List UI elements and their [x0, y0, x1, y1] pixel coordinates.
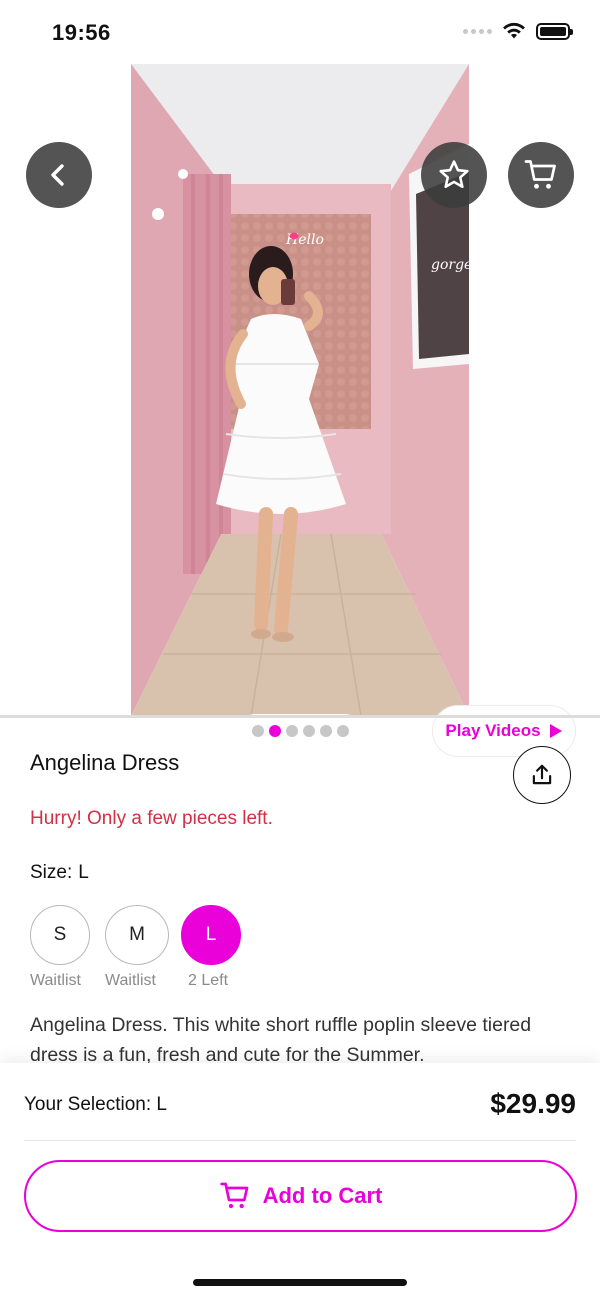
carousel-dot[interactable] — [251, 725, 264, 737]
stock-warning: Hurry! Only a few pieces left. — [30, 808, 273, 829]
carousel-dot[interactable] — [336, 725, 349, 737]
cart-icon — [219, 1182, 248, 1209]
cellular-signal-icon — [463, 28, 492, 34]
size-note-l: 2 Left — [188, 972, 229, 989]
status-icons — [463, 22, 573, 40]
carousel-dot[interactable] — [319, 725, 332, 737]
battery-icon — [536, 22, 573, 40]
product-title: Angelina Dress — [30, 750, 180, 775]
home-indicator[interactable] — [193, 1279, 407, 1286]
hero-divider — [0, 715, 600, 718]
size-option-m[interactable]: M — [105, 905, 169, 965]
share-icon — [532, 764, 552, 785]
size-option-l[interactable]: L — [181, 905, 241, 965]
wifi-icon — [503, 22, 525, 39]
size-label: Size: L — [30, 862, 89, 884]
product-description: Angelina Dress. This white short ruffle … — [30, 1014, 532, 1066]
add-to-cart-button[interactable]: Add to Cart — [24, 1160, 577, 1232]
add-to-cart-label: Add to Cart — [262, 1183, 383, 1208]
size-note-m: Waitlist — [105, 972, 156, 989]
size-note-s: Waitlist — [30, 972, 81, 989]
share-button[interactable] — [513, 746, 571, 804]
back-button[interactable] — [26, 142, 92, 208]
cart-button[interactable] — [508, 142, 574, 208]
your-selection: Your Selection: L — [24, 1094, 167, 1115]
play-icon — [549, 724, 562, 738]
carousel-dot[interactable] — [285, 725, 298, 737]
cart-icon — [524, 160, 556, 189]
svg-text:gorgeous: gorgeous — [431, 257, 469, 273]
carousel-dot[interactable] — [302, 725, 315, 737]
size-value: L — [78, 862, 89, 883]
size-label-text: Size: — [30, 862, 73, 883]
chevron-left-icon — [51, 164, 64, 186]
size-option-s[interactable]: S — [30, 905, 90, 965]
play-videos-label: Play Videos — [445, 721, 541, 740]
status-time: 19:56 — [52, 20, 111, 45]
sheet-divider — [24, 1140, 576, 1141]
carousel-dot-active[interactable] — [268, 725, 281, 737]
star-icon — [439, 160, 469, 189]
carousel-indicator — [238, 714, 362, 748]
status-bar: 19:56 — [0, 0, 600, 64]
product-photo: Hello gorgeous — [131, 64, 469, 716]
price: $29.99 — [490, 1088, 576, 1119]
product-image-carousel[interactable]: Hello gorgeous — [0, 64, 600, 757]
favorite-button[interactable] — [421, 142, 487, 208]
